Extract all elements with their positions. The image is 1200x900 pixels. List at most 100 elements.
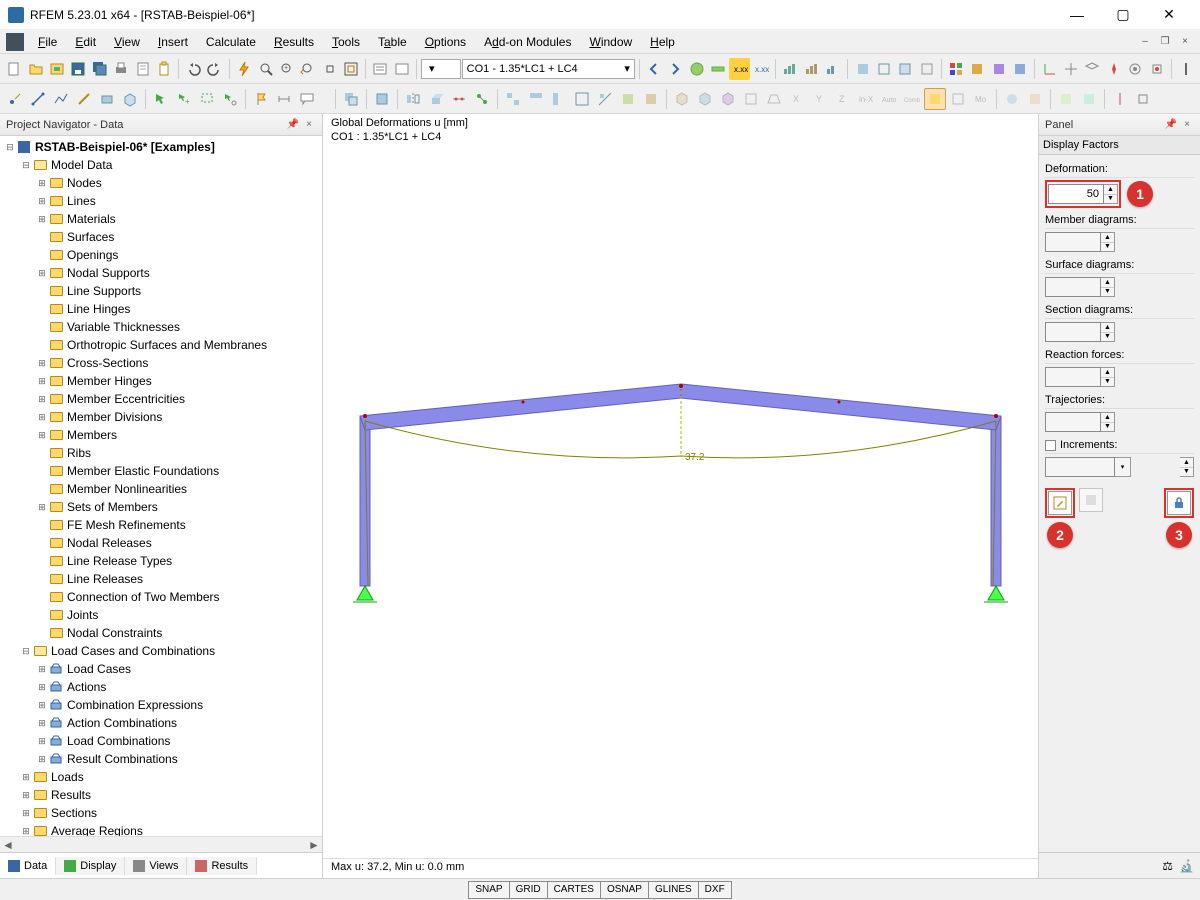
polyline-tool-icon[interactable] [50, 88, 72, 110]
expand-icon[interactable]: ⊞ [20, 771, 32, 783]
panel-footer-icon-1[interactable]: ⚖ [1162, 859, 1173, 873]
expand-icon[interactable]: ⊞ [36, 735, 48, 747]
tree-item[interactable]: ⊞Nodes [0, 174, 322, 192]
expand-icon[interactable]: ⊞ [36, 429, 48, 441]
tree-item[interactable]: ⊞Loads [0, 768, 322, 786]
menu-window[interactable]: Window [581, 33, 640, 51]
view-wire-icon[interactable] [740, 88, 762, 110]
collapse-icon[interactable]: ⊟ [20, 645, 32, 657]
expand-icon[interactable]: ⊞ [36, 357, 48, 369]
expand-icon[interactable]: ⊞ [20, 807, 32, 819]
compass-icon[interactable] [1104, 58, 1124, 80]
expand-icon[interactable]: ⊞ [36, 195, 48, 207]
view-persp-icon[interactable] [763, 88, 785, 110]
show-values-icon[interactable]: x.xx [729, 58, 749, 80]
grid-icon[interactable] [1082, 58, 1102, 80]
view-cube2-icon[interactable] [694, 88, 716, 110]
surface-diagrams-input[interactable]: ▲▼ [1045, 276, 1194, 298]
navigator-tree[interactable]: ⊟ RSTAB-Beispiel-06* [Examples] ⊟ Model … [0, 136, 322, 836]
diagram2-icon[interactable] [802, 58, 822, 80]
panel-footer-icon-2[interactable]: 🔬 [1179, 859, 1194, 873]
vertical-bar-icon[interactable] [1176, 58, 1196, 80]
zoom-previous-icon[interactable] [298, 58, 318, 80]
divide-tool-icon[interactable] [448, 88, 470, 110]
show-reactions-icon[interactable]: x.xx [751, 58, 771, 80]
load-step-combo[interactable]: ▾ [421, 59, 461, 79]
auto-label-icon[interactable]: Auto [878, 88, 900, 110]
collapse-icon[interactable]: ⊟ [20, 159, 32, 171]
tree-item[interactable]: ⊞Nodal Supports [0, 264, 322, 282]
panel-pin-icon[interactable]: 📌 [1164, 118, 1178, 132]
results-nav-icon[interactable] [708, 58, 728, 80]
status-snap[interactable]: SNAP [468, 881, 509, 899]
tree-item[interactable]: ⊞Cross-Sections [0, 354, 322, 372]
tab-views[interactable]: Views [125, 857, 187, 875]
tree-item[interactable]: Ribs [0, 444, 322, 462]
undo-icon[interactable] [183, 58, 203, 80]
tree-lcc[interactable]: ⊟ Load Cases and Combinations [0, 642, 322, 660]
spin-up-icon[interactable]: ▲ [1104, 185, 1117, 194]
expand-icon[interactable]: ⊞ [36, 177, 48, 189]
tree-item[interactable]: FE Mesh Refinements [0, 516, 322, 534]
minimize-button[interactable]: — [1054, 1, 1100, 29]
flag-tool-icon[interactable] [250, 88, 272, 110]
tab-results[interactable]: Results [187, 857, 257, 875]
close-button[interactable]: ✕ [1146, 1, 1192, 29]
module3-icon[interactable] [989, 58, 1009, 80]
tree-item[interactable]: Orthotropic Surfaces and Membranes [0, 336, 322, 354]
deformation-factor-input[interactable]: ▲▼ [1048, 183, 1118, 205]
tree-item[interactable]: Variable Thicknesses [0, 318, 322, 336]
comment-tool-icon[interactable] [296, 88, 318, 110]
label-y-icon[interactable]: Y [809, 88, 831, 110]
group5-icon[interactable] [594, 88, 616, 110]
render4-icon[interactable] [917, 58, 937, 80]
menu-view[interactable]: View [106, 33, 148, 51]
redo-icon[interactable] [205, 58, 225, 80]
menu-edit[interactable]: Edit [67, 33, 104, 51]
worklist-icon[interactable] [370, 58, 390, 80]
lock-factors-button[interactable] [1167, 491, 1191, 515]
tree-hscroll[interactable]: ◄► [0, 836, 322, 852]
label-xy-icon[interactable]: in-X [855, 88, 877, 110]
tree-item[interactable]: Line Hinges [0, 300, 322, 318]
mdi-close-button[interactable]: × [1176, 33, 1194, 51]
select-tool-icon[interactable] [150, 88, 172, 110]
combine-icon[interactable]: Combin [901, 88, 923, 110]
next-loadcase-icon[interactable] [665, 58, 685, 80]
tree-item[interactable]: ⊞Actions [0, 678, 322, 696]
snap-icon[interactable] [1146, 58, 1166, 80]
highlight2-icon[interactable] [947, 88, 969, 110]
pan-icon[interactable] [320, 58, 340, 80]
expand-icon[interactable]: ⊞ [36, 663, 48, 675]
expand-icon[interactable]: ⊞ [36, 753, 48, 765]
tree-item[interactable]: ⊞Member Eccentricities [0, 390, 322, 408]
menu-table[interactable]: Table [370, 33, 415, 51]
status-grid[interactable]: GRID [510, 881, 548, 899]
axis-icon[interactable] [1061, 58, 1081, 80]
tree-item[interactable]: ⊞Sections [0, 804, 322, 822]
highlight3-icon[interactable]: Mo [970, 88, 992, 110]
member-diagrams-input[interactable]: ▲▼ [1045, 231, 1194, 253]
status-glines[interactable]: GLINES [649, 881, 699, 899]
label-x-icon[interactable]: X [786, 88, 808, 110]
mirror-tool-icon[interactable] [402, 88, 424, 110]
tree-item[interactable]: Nodal Constraints [0, 624, 322, 642]
model-viewport[interactable]: Global Deformations u [mm] CO1 : 1.35*LC… [323, 114, 1038, 878]
maximize-button[interactable]: ▢ [1100, 1, 1146, 29]
navigator-close-icon[interactable]: × [302, 118, 316, 132]
render1-icon[interactable] [852, 58, 872, 80]
menu-file[interactable]: File [30, 33, 65, 51]
tree-item[interactable]: Member Elastic Foundations [0, 462, 322, 480]
copy-tool-icon[interactable] [340, 88, 362, 110]
tree-item[interactable]: Surfaces [0, 228, 322, 246]
render3-icon[interactable] [895, 58, 915, 80]
group7-icon[interactable] [640, 88, 662, 110]
group1-icon[interactable] [502, 88, 524, 110]
lightning-calc-icon[interactable] [234, 58, 254, 80]
tree-item[interactable]: Line Releases [0, 570, 322, 588]
connect-tool-icon[interactable] [471, 88, 493, 110]
mdi-restore-button[interactable]: ❐ [1156, 33, 1174, 51]
expand-icon[interactable]: ⊞ [36, 501, 48, 513]
zoom-fit-icon[interactable] [255, 58, 275, 80]
highlight1-icon[interactable] [924, 88, 946, 110]
